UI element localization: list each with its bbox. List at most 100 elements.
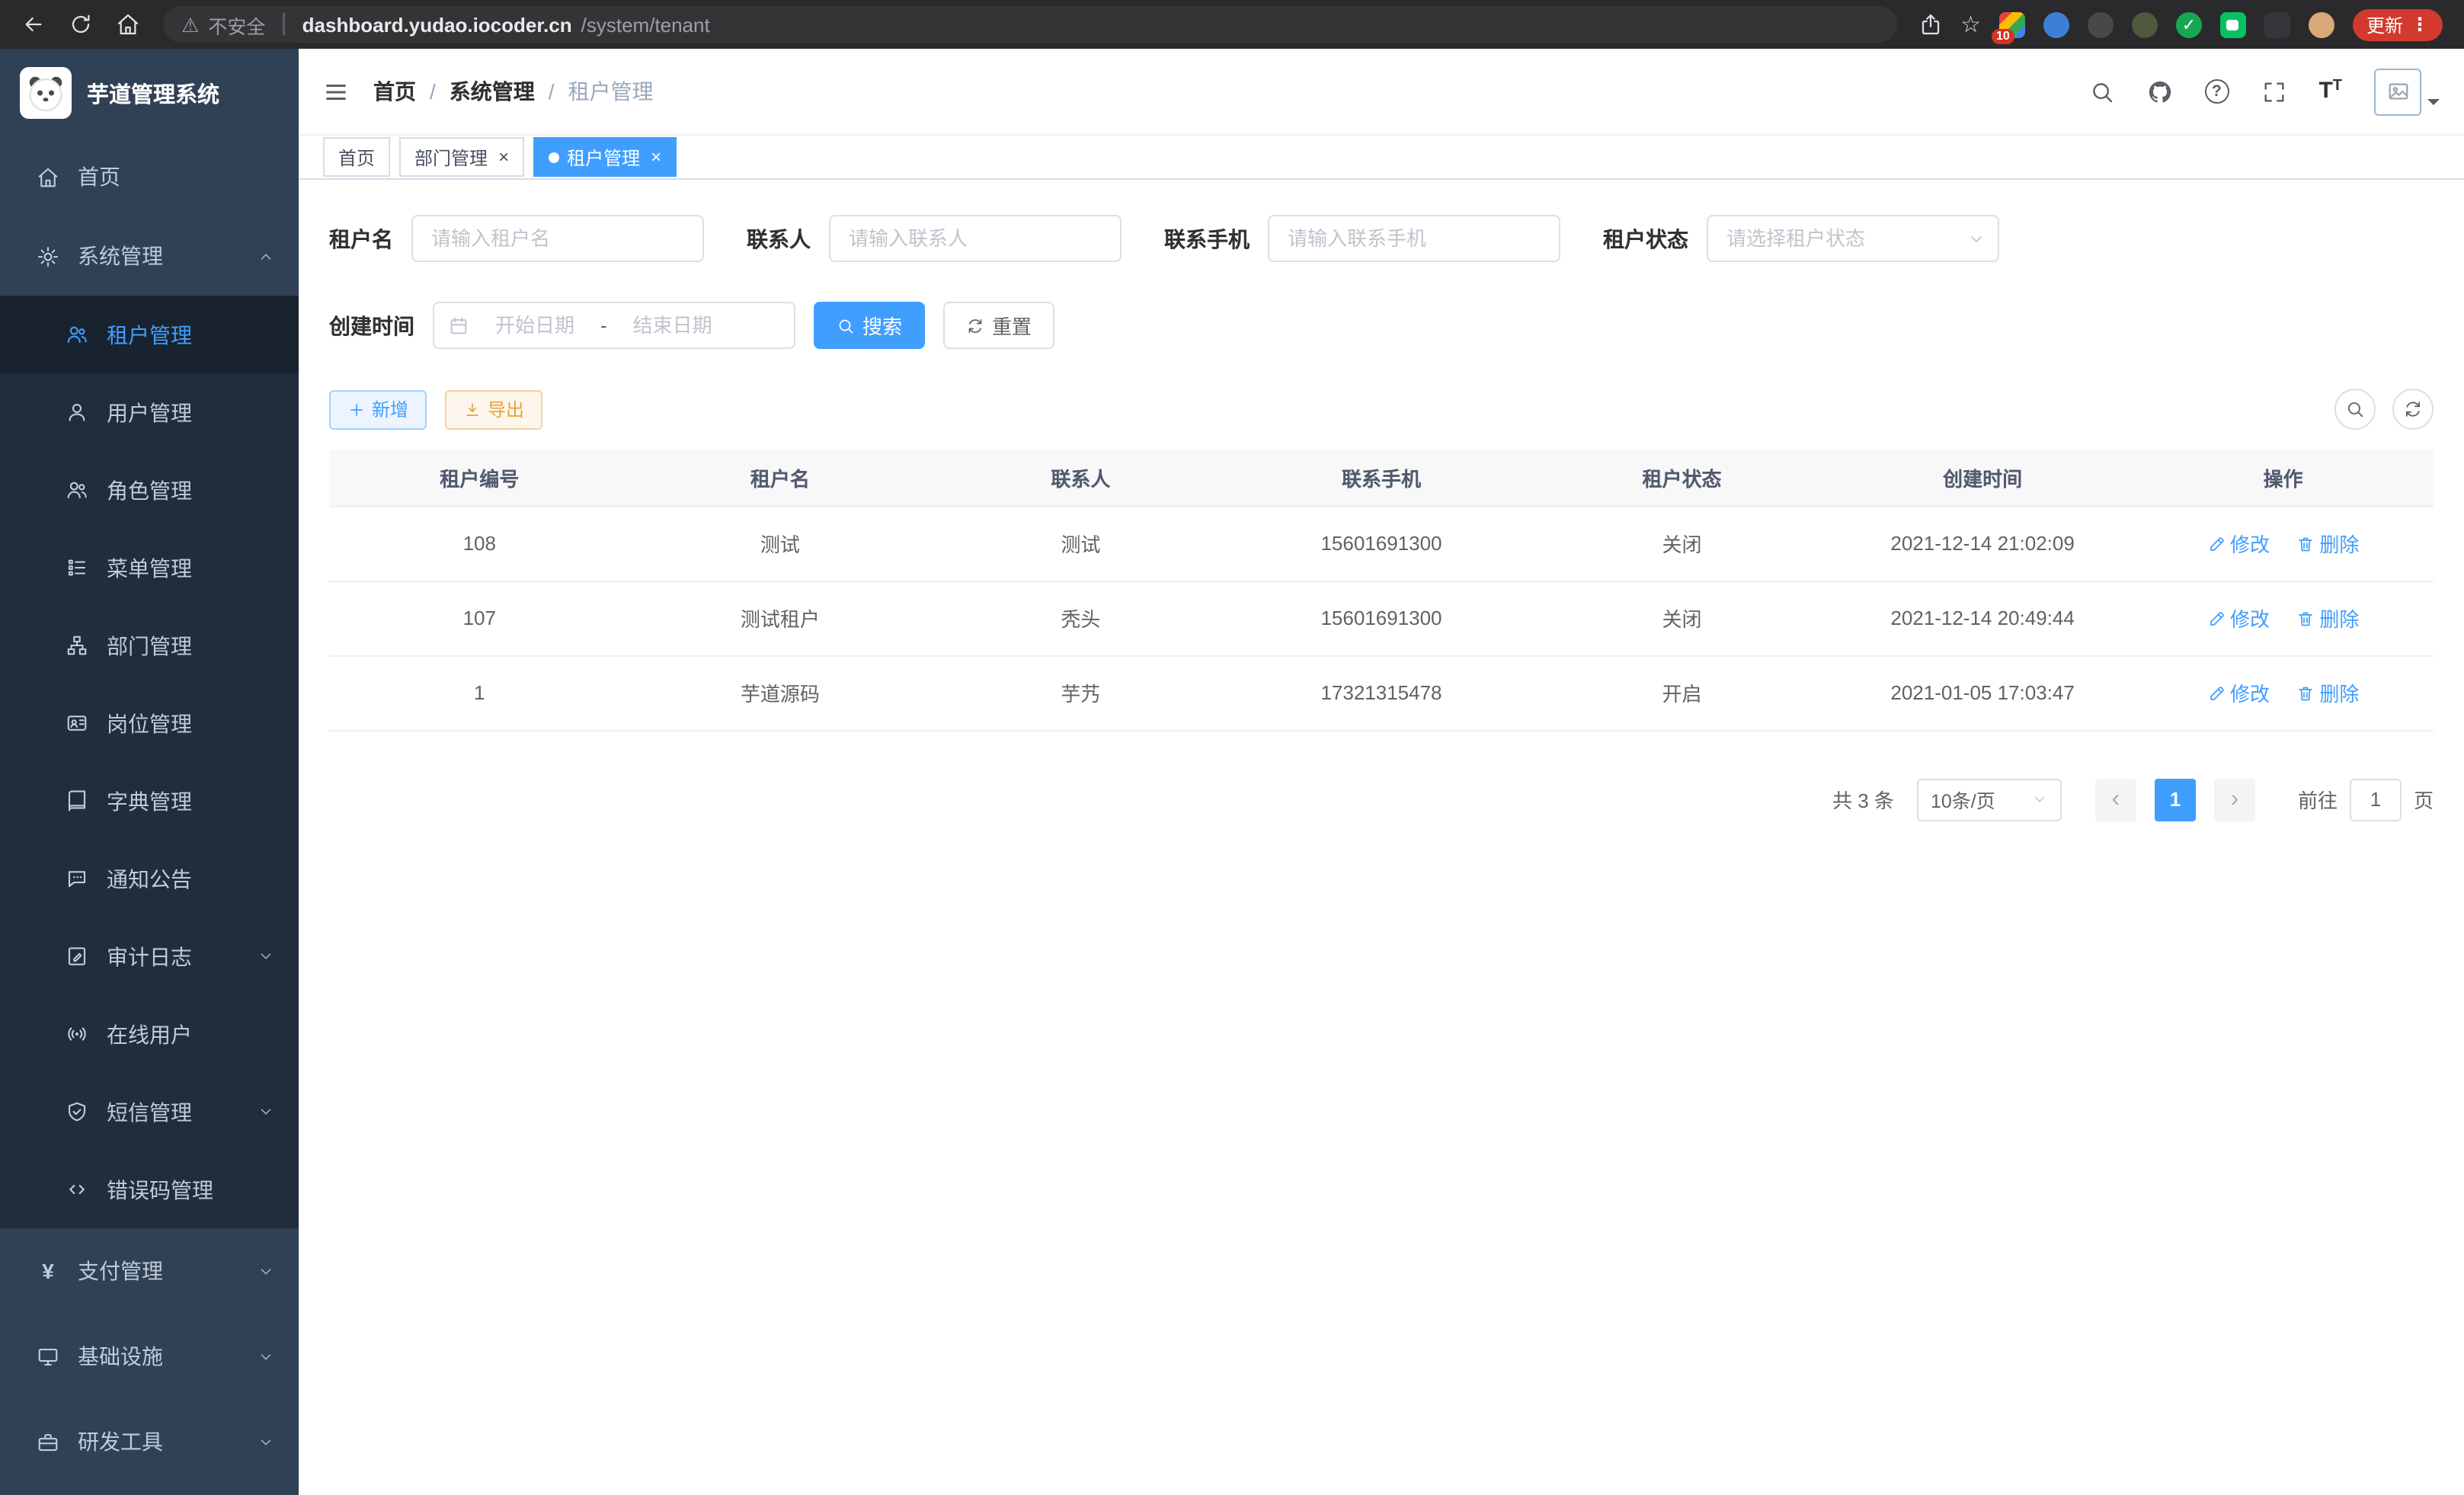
download-icon xyxy=(463,400,482,418)
app-title: 芋道管理系统 xyxy=(87,77,219,109)
sidebar-item-system-management[interactable]: 系统管理 xyxy=(0,216,299,296)
status-select[interactable] xyxy=(1707,215,1999,262)
cell-tenant-id: 107 xyxy=(329,581,630,655)
roles-icon xyxy=(66,479,88,501)
edit-link[interactable]: 修改 xyxy=(2207,603,2270,632)
table-row: 108 测试 测试 15601691300 关闭 2021-12-14 21:0… xyxy=(329,506,2434,581)
sidebar-item-tenant-management[interactable]: 租户管理 xyxy=(0,296,299,373)
extension-colorful-icon[interactable]: 10 xyxy=(1999,11,2025,37)
breadcrumb-home[interactable]: 首页 xyxy=(373,76,416,107)
close-icon[interactable]: × xyxy=(651,148,661,166)
user-avatar-menu[interactable] xyxy=(2374,68,2440,115)
extension-blue-icon[interactable] xyxy=(2043,11,2069,37)
header-search-button[interactable] xyxy=(2088,78,2114,104)
sidebar-item-dev-tools[interactable]: 研发工具 xyxy=(0,1399,299,1484)
page-number-button[interactable]: 1 xyxy=(2155,778,2196,821)
sidebar-item-home[interactable]: 首页 xyxy=(0,137,299,216)
export-button[interactable]: 导出 xyxy=(445,389,542,429)
github-button[interactable] xyxy=(2146,78,2172,104)
sidebar-item-dict-management[interactable]: 字典管理 xyxy=(0,762,299,840)
prev-page-button[interactable]: ‹ xyxy=(2095,778,2136,821)
phone-input[interactable] xyxy=(1268,215,1560,262)
browser-back-button[interactable] xyxy=(21,12,46,37)
delete-link[interactable]: 删除 xyxy=(2296,529,2359,558)
fullscreen-button[interactable] xyxy=(2261,78,2286,104)
phone-label: 联系手机 xyxy=(1164,223,1250,254)
edit-link[interactable]: 修改 xyxy=(2207,529,2270,558)
refresh-icon xyxy=(2403,399,2423,419)
extension-olive-icon[interactable] xyxy=(2132,11,2158,37)
message-icon xyxy=(66,867,88,890)
trash-icon xyxy=(2296,534,2315,552)
edit-icon xyxy=(2207,609,2226,627)
show-search-toggle-button[interactable] xyxy=(2334,389,2376,430)
goto-page-input[interactable] xyxy=(2350,778,2402,821)
sidebar-item-menu-management[interactable]: 菜单管理 xyxy=(0,529,299,607)
sidebar-item-sms-management[interactable]: 短信管理 xyxy=(0,1073,299,1151)
column-tenant-name: 租户名 xyxy=(630,450,931,506)
refresh-table-button[interactable] xyxy=(2392,389,2434,430)
browser-reload-button[interactable] xyxy=(69,12,93,37)
table-header-row: 租户编号 租户名 联系人 联系手机 租户状态 创建时间 操作 xyxy=(329,450,2434,506)
sidebar-item-role-management[interactable]: 角色管理 xyxy=(0,451,299,529)
search-button[interactable]: 搜索 xyxy=(814,302,925,349)
breadcrumb-current: 租户管理 xyxy=(568,76,654,107)
close-icon[interactable]: × xyxy=(498,148,509,166)
filter-status: 租户状态 xyxy=(1603,215,1999,262)
help-button[interactable]: ? xyxy=(2204,79,2229,104)
sidebar-item-user-management[interactable]: 用户管理 xyxy=(0,373,299,451)
breadcrumb-system-management[interactable]: 系统管理 xyxy=(450,76,535,107)
url-path: /system/tenant xyxy=(581,13,710,36)
browser-home-button[interactable] xyxy=(116,12,140,37)
sidebar-item-payment-management[interactable]: ¥ 支付管理 xyxy=(0,1228,299,1314)
contact-input[interactable] xyxy=(829,215,1122,262)
cell-actions: 修改 删除 xyxy=(2133,581,2434,655)
date-end-input[interactable] xyxy=(615,314,731,337)
column-status: 租户状态 xyxy=(1531,450,1832,506)
sidebar-item-post-management[interactable]: 岗位管理 xyxy=(0,684,299,762)
browser-update-button[interactable]: 更新 ⋮ xyxy=(2353,8,2443,40)
goto-prefix: 前往 xyxy=(2298,785,2338,814)
sidebar-item-online-users[interactable]: 在线用户 xyxy=(0,995,299,1073)
breadcrumb-separator: / xyxy=(549,79,555,104)
extension-green-check-icon[interactable]: ✓ xyxy=(2176,11,2202,37)
extension-chat-icon[interactable] xyxy=(2220,11,2246,37)
tab-tenant-management[interactable]: 租户管理 × xyxy=(533,137,677,177)
font-size-button[interactable]: TT xyxy=(2318,79,2342,104)
cell-status: 关闭 xyxy=(1531,506,1832,581)
date-range-picker[interactable]: - xyxy=(433,302,795,349)
delete-link[interactable]: 删除 xyxy=(2296,603,2359,632)
filter-form-row-1: 租户名 联系人 联系手机 租户状态 xyxy=(329,215,2434,262)
extension-black-icon[interactable] xyxy=(2264,11,2290,37)
page-size-select[interactable]: 10条/页 xyxy=(1917,778,2062,821)
date-start-input[interactable] xyxy=(477,314,593,337)
next-page-button[interactable]: › xyxy=(2214,778,2255,821)
briefcase-icon xyxy=(37,1430,59,1453)
tab-home[interactable]: 首页 xyxy=(323,137,390,177)
address-bar[interactable]: ⚠ 不安全 | dashboard.yudao.iocoder.cn/syste… xyxy=(163,6,1896,43)
sidebar-item-audit-log[interactable]: 审计日志 xyxy=(0,917,299,995)
bookmark-star-icon[interactable]: ☆ xyxy=(1960,13,1981,36)
edit-link[interactable]: 修改 xyxy=(2207,678,2270,707)
profile-avatar-icon[interactable] xyxy=(2309,11,2334,37)
tenant-name-label: 租户名 xyxy=(329,223,393,254)
tab-department-management[interactable]: 部门管理 × xyxy=(399,137,524,177)
browser-menu-icon[interactable]: ⋮ xyxy=(2411,14,2429,35)
add-button[interactable]: 新增 xyxy=(329,389,427,429)
calendar-icon xyxy=(448,315,469,336)
pagination-total: 共 3 条 xyxy=(1832,785,1894,814)
status-select-input[interactable] xyxy=(1707,215,1999,262)
sidebar-toggle-button[interactable] xyxy=(299,78,373,104)
cell-created: 2021-12-14 21:02:09 xyxy=(1832,506,2133,581)
extension-badge: 10 xyxy=(1992,28,2014,43)
delete-link[interactable]: 删除 xyxy=(2296,678,2359,707)
extension-dark-icon[interactable] xyxy=(2088,11,2114,37)
sidebar-item-department-management[interactable]: 部门管理 xyxy=(0,607,299,684)
filter-contact: 联系人 xyxy=(747,215,1122,262)
tenant-name-input[interactable] xyxy=(411,215,704,262)
sidebar-item-error-code-management[interactable]: 错误码管理 xyxy=(0,1151,299,1228)
reset-button[interactable]: 重置 xyxy=(943,302,1054,349)
sidebar-item-infrastructure[interactable]: 基础设施 xyxy=(0,1314,299,1399)
share-icon[interactable] xyxy=(1918,12,1942,37)
sidebar-item-notice[interactable]: 通知公告 xyxy=(0,840,299,917)
